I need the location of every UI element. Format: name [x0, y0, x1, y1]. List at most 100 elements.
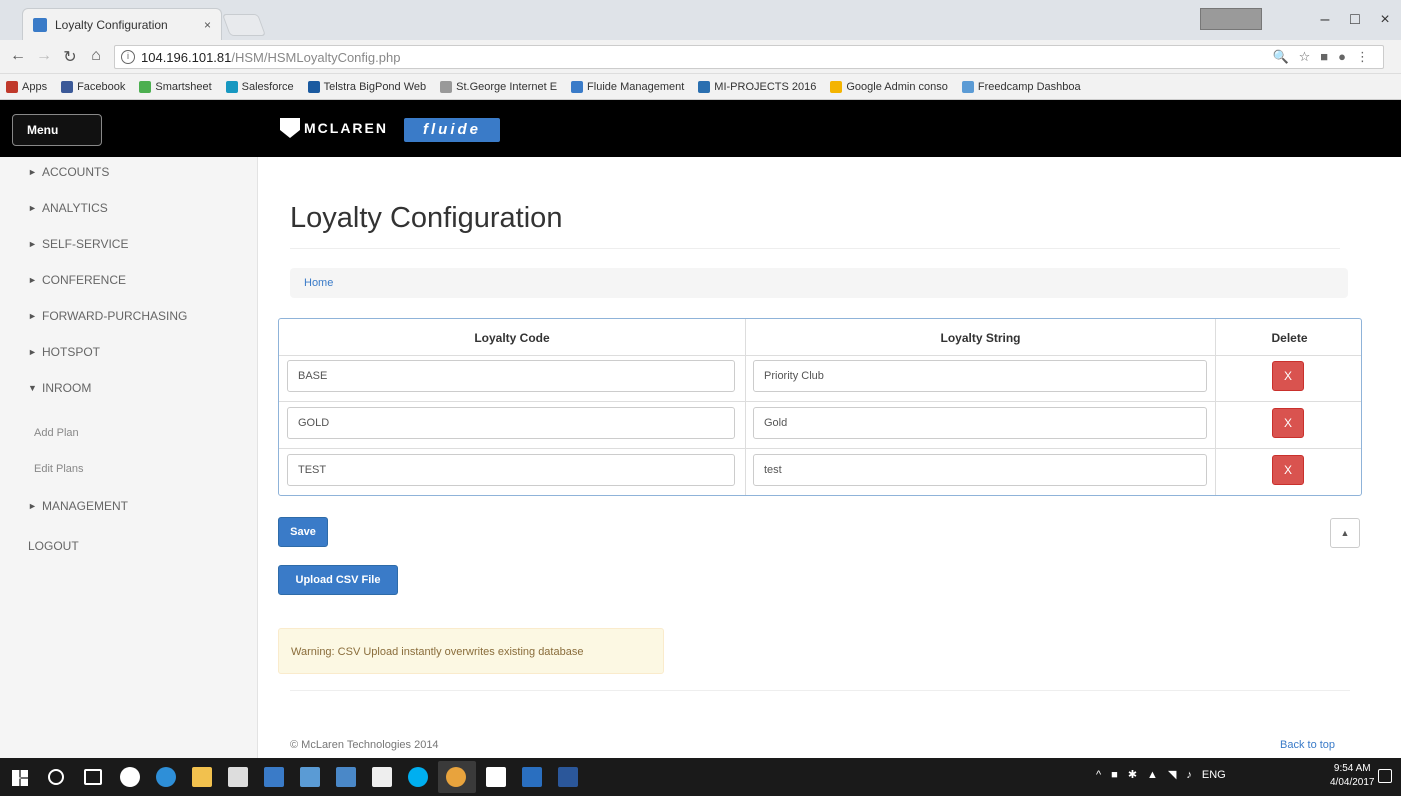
- outlook-icon[interactable]: [522, 767, 542, 787]
- sidebar-item-label: ACCOUNTS: [42, 165, 110, 179]
- bookmark-item[interactable]: Freedcamp Dashboa: [961, 80, 1081, 93]
- save-button[interactable]: Save: [278, 517, 328, 547]
- action-center-icon[interactable]: [1378, 769, 1392, 783]
- sidebar-item-label: CONFERENCE: [42, 273, 127, 287]
- bookmark-star-icon[interactable]: ☆: [1299, 49, 1311, 65]
- shield-icon: [280, 118, 300, 138]
- windows-start-icon[interactable]: [12, 770, 28, 786]
- skype-icon[interactable]: [408, 767, 428, 787]
- bookmark-item[interactable]: Telstra BigPond Web: [307, 80, 426, 93]
- network-icon[interactable]: ◥: [1168, 768, 1176, 781]
- sidebar-nav: ► ACCOUNTS ► ANALYTICS ► SELF-SERVICE ► CONFERE…: [0, 157, 258, 758]
- tray-app-icon[interactable]: ▲: [1147, 769, 1158, 781]
- volume-icon[interactable]: ♪: [1186, 769, 1192, 781]
- word-icon[interactable]: [558, 767, 578, 787]
- loyalty-string-input[interactable]: [753, 360, 1207, 392]
- sidebar-item-conference[interactable]: ► CONFERENCE: [28, 273, 126, 287]
- bookmark-item[interactable]: MI-PROJECTS 2016: [698, 80, 817, 93]
- calculator-icon[interactable]: [372, 767, 392, 787]
- loyalty-code-input[interactable]: [287, 407, 735, 439]
- url-path: /HSM/HSMLoyaltyConfig.php: [231, 49, 401, 65]
- app-icon[interactable]: [336, 767, 356, 787]
- bluetooth-icon[interactable]: ✱: [1128, 768, 1137, 781]
- bookmark-item[interactable]: Fluide Management: [571, 80, 685, 93]
- extension-icon-2[interactable]: ●: [1338, 49, 1346, 65]
- browser-toolbar: ← → ↻ ⌂ i 104.196.101.81/HSM/HSMLoyaltyC…: [0, 40, 1401, 74]
- new-tab-button[interactable]: [221, 14, 267, 36]
- reload-icon[interactable]: ↻: [60, 47, 80, 67]
- profile-button[interactable]: [1200, 8, 1262, 30]
- app-icon[interactable]: [486, 767, 506, 787]
- sidebar-item-hotspot[interactable]: ► HOTSPOT: [28, 345, 100, 359]
- site-info-icon[interactable]: i: [121, 50, 135, 64]
- loyalty-table: Loyalty Code Loyalty String Delete XXX: [278, 318, 1362, 496]
- store-icon[interactable]: [228, 767, 248, 787]
- delete-row-button[interactable]: X: [1272, 361, 1304, 391]
- sidebar-arrow-icon: ►: [28, 347, 37, 357]
- back-arrow-icon[interactable]: ←: [8, 47, 28, 65]
- sidebar-item-analytics[interactable]: ► ANALYTICS: [28, 201, 108, 215]
- menu-button[interactable]: Menu: [12, 114, 102, 146]
- language-indicator[interactable]: ENG: [1202, 769, 1226, 781]
- browser-tab[interactable]: Loyalty Configuration ×: [22, 8, 222, 40]
- upload-csv-button[interactable]: Upload CSV File: [278, 565, 398, 595]
- sidebar-arrow-icon: ►: [28, 203, 37, 213]
- bookmark-favicon-icon: [571, 80, 584, 93]
- back-to-top-link[interactable]: Back to top: [1280, 739, 1335, 751]
- close-window-button[interactable]: ×: [1370, 8, 1400, 32]
- home-icon[interactable]: ⌂: [86, 47, 106, 65]
- app-icon[interactable]: [300, 767, 320, 787]
- bookmark-favicon-icon: [698, 80, 711, 93]
- sidebar-item-label: FORWARD-PURCHASING: [42, 309, 188, 323]
- sidebar-item-self-service[interactable]: ► SELF-SERVICE: [28, 237, 128, 251]
- tray-app-icon[interactable]: ■: [1111, 769, 1118, 781]
- file-explorer-icon[interactable]: [192, 767, 212, 787]
- cortana-search-icon[interactable]: [48, 769, 64, 785]
- sidebar-item-inroom[interactable]: ▼ INROOM: [28, 381, 91, 395]
- sidebar-subitem-add-plan[interactable]: Add Plan: [34, 427, 79, 439]
- taskbar-clock[interactable]: 9:54 AM 4/04/2017: [1330, 762, 1375, 790]
- minimize-button[interactable]: –: [1310, 8, 1340, 32]
- sidebar-item-label: INROOM: [42, 381, 92, 395]
- sidebar-item-accounts[interactable]: ► ACCOUNTS: [28, 165, 109, 179]
- forward-arrow-icon[interactable]: →: [34, 47, 54, 65]
- chrome-icon[interactable]: [446, 767, 466, 787]
- breadcrumb-home-link[interactable]: Home: [304, 277, 333, 289]
- tab-close-icon[interactable]: ×: [204, 18, 211, 32]
- bookmark-label: MI-PROJECTS 2016: [714, 80, 817, 93]
- page-favicon-icon: [33, 17, 47, 32]
- app-icon[interactable]: [120, 767, 140, 787]
- loyalty-code-input[interactable]: [287, 360, 735, 392]
- bookmark-item[interactable]: St.George Internet E: [440, 80, 557, 93]
- loyalty-string-input[interactable]: [753, 407, 1207, 439]
- bookmark-item[interactable]: Apps: [6, 80, 47, 93]
- extension-icon[interactable]: ■: [1320, 49, 1328, 65]
- zoom-icon[interactable]: 🔍: [1272, 49, 1288, 65]
- sidebar-item-logout[interactable]: LOGOUT: [28, 539, 79, 553]
- scroll-to-top-button[interactable]: ▲: [1330, 518, 1360, 548]
- show-hidden-icons-icon[interactable]: ^: [1096, 769, 1101, 781]
- bookmark-label: Facebook: [77, 80, 126, 93]
- bookmark-favicon-icon: [307, 80, 320, 93]
- delete-row-button[interactable]: X: [1272, 408, 1304, 438]
- bookmark-item[interactable]: Google Admin conso: [830, 80, 948, 93]
- sidebar-item-management[interactable]: ► MANAGEMENT: [28, 499, 128, 513]
- task-view-icon[interactable]: [84, 769, 102, 785]
- sidebar-item-forward-purchasing[interactable]: ► FORWARD-PURCHASING: [28, 309, 187, 323]
- app-header: Menu MCLAREN fluide: [0, 100, 1401, 157]
- loyalty-string-input[interactable]: [753, 454, 1207, 486]
- edge-browser-icon[interactable]: [156, 767, 176, 787]
- maximize-button[interactable]: □: [1340, 8, 1370, 32]
- bookmark-label: Fluide Management: [587, 80, 685, 93]
- bookmark-item[interactable]: Smartsheet: [139, 80, 212, 93]
- bookmark-item[interactable]: Salesforce: [225, 80, 294, 93]
- bookmark-item[interactable]: Facebook: [61, 80, 126, 93]
- footer-divider: [290, 690, 1350, 691]
- row-divider: [279, 355, 1361, 356]
- app-icon[interactable]: [264, 767, 284, 787]
- delete-row-button[interactable]: X: [1272, 455, 1304, 485]
- chrome-menu-icon[interactable]: ⋮: [1356, 49, 1369, 65]
- sidebar-subitem-edit-plans[interactable]: Edit Plans: [34, 463, 84, 475]
- loyalty-code-input[interactable]: [287, 454, 735, 486]
- address-bar[interactable]: i 104.196.101.81/HSM/HSMLoyaltyConfig.ph…: [114, 45, 1384, 69]
